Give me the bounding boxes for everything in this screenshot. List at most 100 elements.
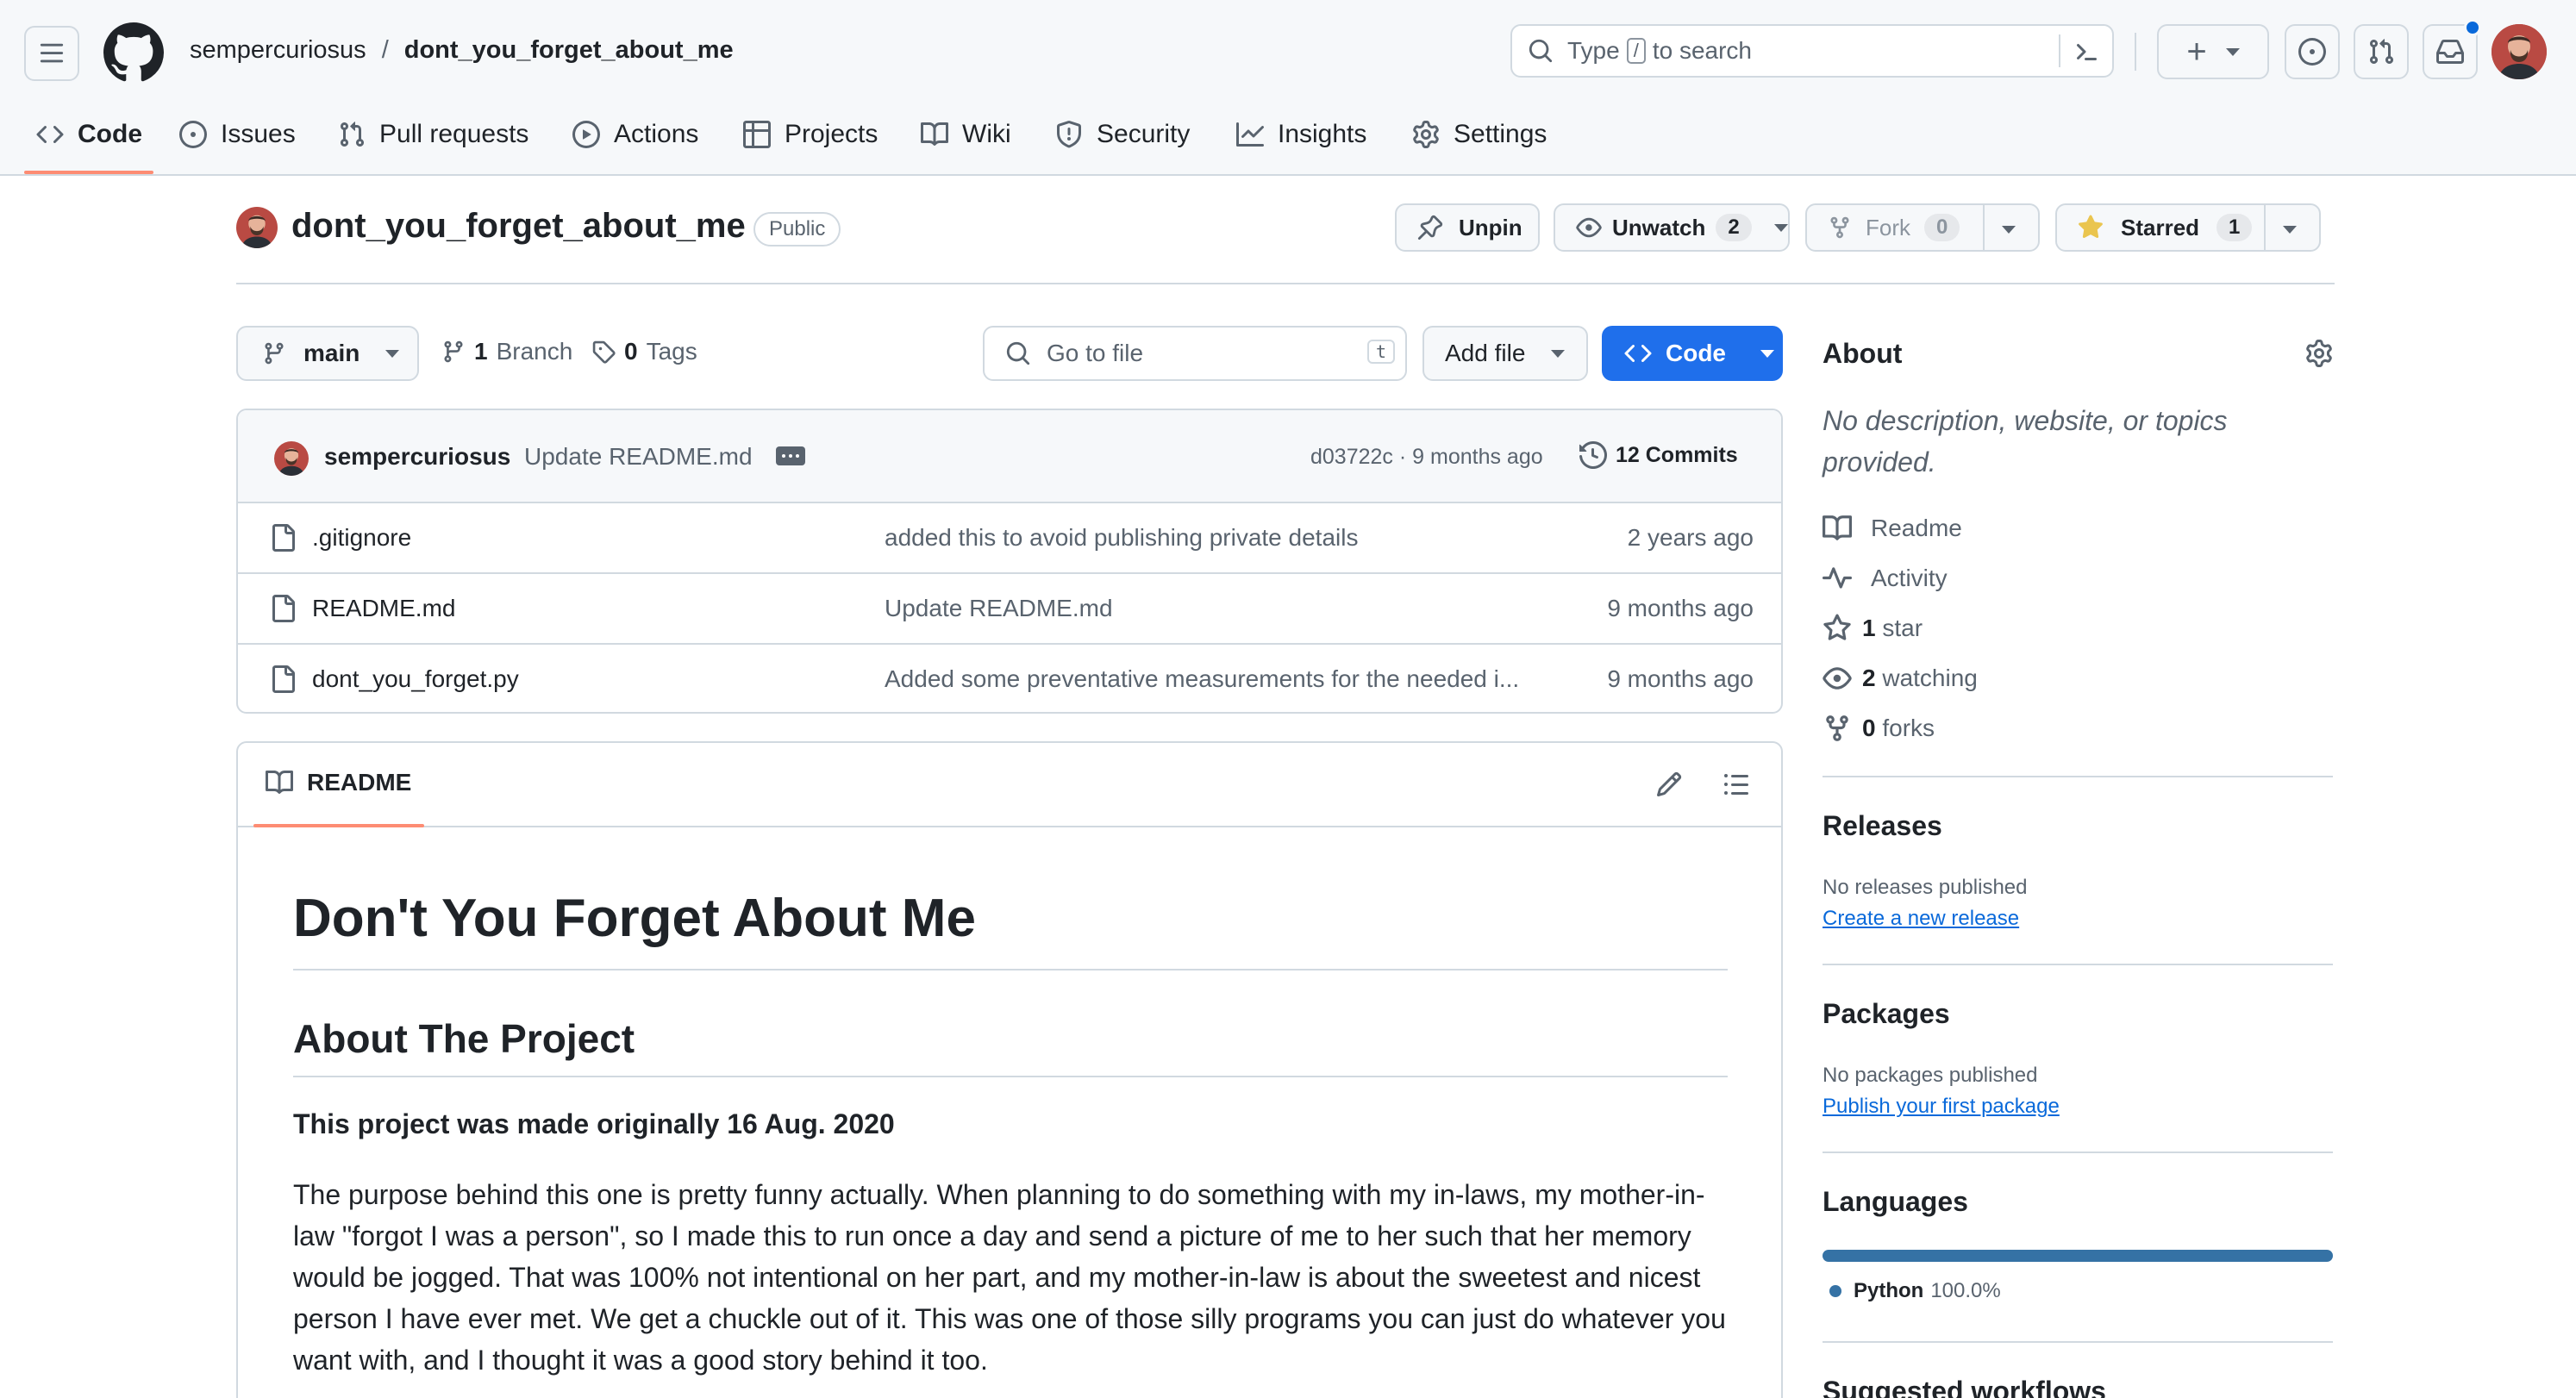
language-item[interactable]: Python 100.0% [1829, 1279, 2001, 1303]
activity-link[interactable]: Activity [1823, 564, 1948, 593]
forks-link[interactable]: 0 forks [1823, 714, 1935, 743]
file-name[interactable]: dont_you_forget.py [312, 665, 519, 693]
git-pull-request-icon [2367, 38, 2395, 66]
tab-code[interactable]: Code [36, 103, 142, 165]
unwatch-button[interactable]: Unwatch 2 [1554, 203, 1790, 252]
issue-opened-icon [179, 121, 207, 148]
tab-wiki-label: Wiki [962, 120, 1011, 148]
repo-link[interactable]: dont_you_forget_about_me [404, 36, 734, 65]
tags-link[interactable]: 0 Tags [591, 338, 697, 365]
create-new-button[interactable]: + [2157, 24, 2269, 79]
commit-author-avatar[interactable] [274, 441, 309, 476]
add-file-button[interactable]: Add file [1422, 326, 1588, 381]
tab-insights-label: Insights [1278, 120, 1367, 148]
chevron-down-icon [385, 349, 400, 358]
fork-button[interactable]: Fork 0 [1805, 203, 2040, 252]
packages-none: No packages published [1823, 1064, 2038, 1087]
publish-package-link[interactable]: Publish your first package [1823, 1095, 2060, 1119]
code-dropdown-button[interactable]: Code [1602, 326, 1783, 381]
readme-panel: README Don't You Forget About Me About T… [236, 741, 1783, 1398]
search-hint-suffix: to search [1652, 37, 1752, 64]
readme-tab-underline [253, 824, 424, 827]
pencil-icon[interactable] [1655, 771, 1683, 798]
commit-author[interactable]: sempercuriosus [324, 443, 510, 471]
unpin-button[interactable]: Unpin [1395, 203, 1540, 252]
github-logo-icon[interactable] [103, 22, 164, 83]
user-avatar[interactable] [2492, 24, 2547, 79]
issues-button[interactable] [2285, 24, 2340, 79]
table-icon [743, 121, 771, 148]
releases-title[interactable]: Releases [1823, 810, 1942, 842]
go-to-file-placeholder: Go to file [1047, 340, 1144, 366]
create-release-link[interactable]: Create a new release [1823, 907, 2019, 931]
command-palette-icon[interactable] [2071, 38, 2098, 66]
branches-link[interactable]: 1 Branch [441, 338, 572, 365]
file-name[interactable]: README.md [312, 595, 455, 622]
repo-owner-avatar[interactable] [236, 207, 278, 248]
readme-bold-line: This project was made originally 16 Aug.… [293, 1108, 895, 1139]
tab-security[interactable]: Security [1055, 103, 1190, 165]
starred-button[interactable]: Starred 1 [2055, 203, 2321, 252]
branches-count: 1 [474, 338, 488, 365]
tab-wiki[interactable]: Wiki [921, 103, 1011, 165]
tab-pull-requests[interactable]: Pull requests [338, 103, 528, 165]
global-search[interactable]: Type / to search [1510, 24, 2114, 78]
file-name[interactable]: .gitignore [312, 524, 411, 552]
tab-actions[interactable]: Actions [572, 103, 698, 165]
repo-title[interactable]: dont_you_forget_about_me [291, 207, 746, 246]
file-icon [269, 522, 297, 553]
search-hint-prefix: Type [1567, 37, 1620, 64]
pull-requests-button[interactable] [2354, 24, 2409, 79]
owner-link[interactable]: sempercuriosus [190, 36, 366, 65]
readme-tab[interactable]: README [266, 769, 411, 796]
chevron-down-icon [1551, 349, 1566, 358]
readme-link[interactable]: Readme [1823, 514, 1962, 543]
chevron-down-icon [2002, 226, 2016, 234]
sidebar-divider [1823, 776, 2333, 777]
hamburger-icon [39, 41, 65, 66]
gear-icon[interactable] [2305, 340, 2333, 367]
packages-title[interactable]: Packages [1823, 998, 1950, 1030]
branch-name: main [303, 340, 360, 366]
commit-message[interactable]: Update README.md [524, 443, 753, 471]
stars-count: 1 [1862, 615, 1876, 641]
commit-hash-time[interactable]: d03722c · 9 months ago [1310, 445, 1543, 470]
latest-commit-bar: sempercuriosus Update README.md d03722c … [238, 410, 1781, 502]
tags-count: 0 [624, 338, 638, 365]
file-row[interactable]: dont_you_forget.py Added some preventati… [238, 643, 1781, 712]
file-commit-message[interactable]: added this to avoid publishing private d… [885, 524, 1358, 552]
menu-button[interactable] [24, 26, 79, 81]
file-row[interactable]: .gitignore added this to avoid publishin… [238, 502, 1781, 572]
search-hint-key: / [1626, 38, 1646, 64]
file-commit-message[interactable]: Added some preventative measurements for… [885, 665, 1519, 693]
stars-link[interactable]: 1 star [1823, 614, 1923, 643]
activity-link-label: Activity [1871, 565, 1948, 591]
tags-label: Tags [646, 338, 697, 365]
git-pull-request-icon [338, 121, 366, 148]
pin-icon [1417, 215, 1443, 240]
file-commit-date: 9 months ago [1607, 595, 1754, 621]
graph-icon [1236, 121, 1264, 148]
readme-h2: About The Project [293, 1016, 635, 1061]
tab-projects[interactable]: Projects [743, 103, 878, 165]
releases-none: No releases published [1823, 876, 2028, 899]
star-count: 1 [2216, 214, 2253, 241]
file-commit-date: 2 years ago [1627, 524, 1754, 551]
file-commit-message[interactable]: Update README.md [885, 595, 1113, 622]
commits-history-link[interactable]: 12 Commits [1579, 441, 1738, 469]
tab-issues[interactable]: Issues [179, 103, 296, 165]
tab-insights[interactable]: Insights [1236, 103, 1366, 165]
commit-ellipsis-button[interactable] [776, 446, 805, 465]
file-browser: sempercuriosus Update README.md d03722c … [236, 409, 1783, 714]
readme-paragraph: The purpose behind this one is pretty fu… [293, 1179, 1726, 1376]
book-icon [266, 769, 293, 796]
list-outline-icon[interactable] [1723, 771, 1750, 798]
file-row[interactable]: README.md Update README.md 9 months ago [238, 572, 1781, 643]
star-fill-icon [2078, 215, 2104, 240]
commits-count-label: 12 Commits [1616, 442, 1738, 467]
visibility-badge: Public [753, 212, 841, 247]
go-to-file-input[interactable]: Go to file t [983, 326, 1407, 381]
tab-settings[interactable]: Settings [1412, 103, 1547, 165]
watching-link[interactable]: 2 watching [1823, 664, 1978, 693]
branch-selector[interactable]: main [236, 326, 419, 381]
